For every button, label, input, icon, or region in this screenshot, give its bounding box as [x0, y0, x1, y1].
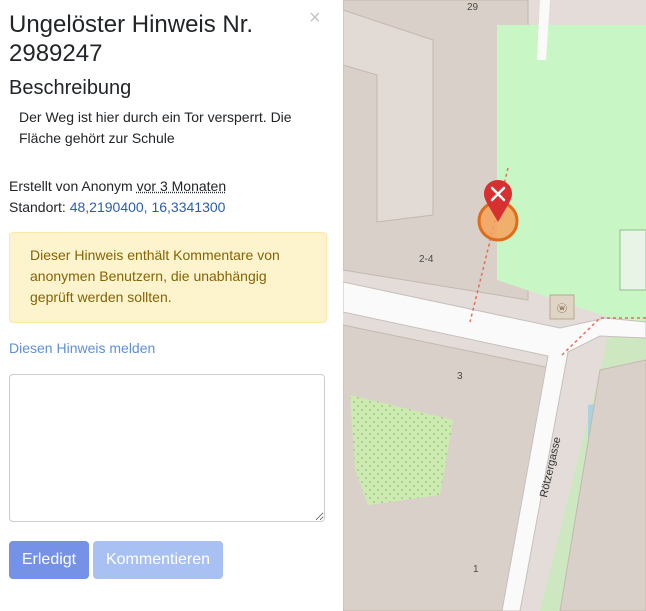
house-number-1: 1	[473, 564, 479, 575]
map-canvas[interactable]: ⓦ 29 2-4 3 1	[343, 0, 646, 611]
anonymous-warning: Dieser Hinweis enthält Kommentare von an…	[9, 232, 327, 323]
resolve-button[interactable]: Erledigt	[9, 541, 89, 579]
house-number-3: 3	[457, 371, 463, 382]
created-prefix: Erstellt von Anonym	[9, 178, 133, 194]
house-number-2-4: 2-4	[419, 254, 434, 265]
note-sidebar: Ungelöster Hinweis Nr. 2989247 × Beschre…	[0, 0, 343, 611]
svg-text:ⓦ: ⓦ	[557, 303, 567, 315]
location-info: Standort: 48,2190400, 16,3341300	[9, 198, 225, 216]
note-description: Der Weg ist hier durch ein Tor versperrt…	[19, 109, 292, 146]
note-title: Ungelöster Hinweis Nr. 2989247	[9, 11, 254, 67]
house-number-29: 29	[467, 2, 479, 13]
comment-textarea[interactable]	[9, 374, 325, 522]
location-link[interactable]: 48,2190400, 16,3341300	[70, 199, 226, 215]
created-time: vor 3 Monaten	[136, 178, 227, 194]
park-building	[619, 229, 646, 291]
location-prefix: Standort:	[9, 199, 66, 215]
report-note-link[interactable]: Diesen Hinweis melden	[9, 340, 155, 356]
created-info: Erstellt von Anonym vor 3 Monaten	[9, 177, 226, 195]
comment-button[interactable]: Kommentieren	[93, 541, 223, 579]
description-heading: Beschreibung	[9, 77, 132, 99]
close-icon[interactable]: ×	[309, 8, 321, 28]
map-svg: ⓦ	[343, 0, 646, 611]
